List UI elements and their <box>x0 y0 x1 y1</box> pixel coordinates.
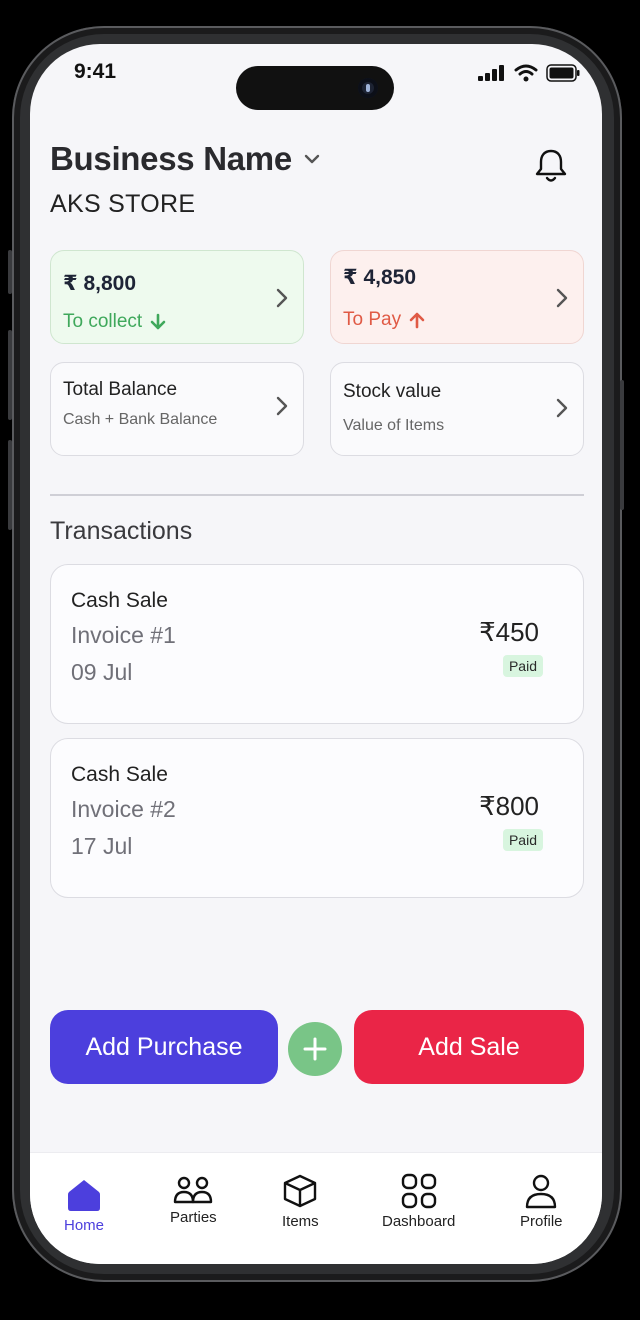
to-pay-card[interactable]: ₹ 4,850 To Pay <box>330 250 584 344</box>
pay-amount: ₹ 4,850 <box>343 266 416 289</box>
status-time: 9:41 <box>74 60 117 83</box>
status-badge: Paid <box>502 829 543 851</box>
home-icon <box>68 1180 100 1211</box>
power-button <box>620 380 624 510</box>
chevron-right-icon <box>276 288 288 308</box>
transaction-invoice: Invoice #1 <box>71 622 176 648</box>
to-collect-card[interactable]: ₹ 8,800 To collect <box>50 250 304 344</box>
transaction-amount: ₹800 <box>479 791 539 821</box>
business-selector[interactable]: Business Name <box>50 140 322 178</box>
divider <box>50 494 584 496</box>
total-balance-card[interactable]: Total Balance Cash + Bank Balance <box>50 362 304 456</box>
chevron-right-icon <box>556 398 568 418</box>
collect-label-row: To collect <box>63 311 166 333</box>
bell-icon[interactable] <box>534 148 568 184</box>
nav-home[interactable]: Home <box>64 1177 104 1234</box>
nav-items[interactable]: Items <box>282 1173 319 1230</box>
nav-label: Home <box>64 1217 105 1234</box>
nav-label: Profile <box>520 1213 563 1230</box>
volume-up-button <box>8 330 12 420</box>
store-name: AKS STORE <box>50 190 196 218</box>
box-icon <box>284 1174 317 1208</box>
arrow-up-icon <box>409 312 425 329</box>
balance-desc: Cash + Bank Balance <box>63 411 218 428</box>
pay-label-row: To Pay <box>343 309 425 331</box>
status-icons <box>478 64 580 82</box>
nav-dashboard[interactable]: Dashboard <box>382 1173 455 1230</box>
nav-label: Dashboard <box>382 1213 456 1230</box>
add-purchase-button[interactable]: Add Purchase <box>50 1010 278 1084</box>
people-icon <box>174 1176 213 1204</box>
stock-title: Stock value <box>343 381 442 402</box>
transaction-card[interactable]: Cash Sale Invoice #1 09 Jul ₹450 Paid <box>50 564 584 724</box>
transaction-date: 17 Jul <box>71 833 133 859</box>
signal-icon <box>478 65 504 81</box>
nav-label: Items <box>282 1213 319 1230</box>
transaction-card[interactable]: Cash Sale Invoice #2 17 Jul ₹800 Paid <box>50 738 584 898</box>
volume-down-button <box>8 440 12 530</box>
collect-amount: ₹ 8,800 <box>63 272 136 295</box>
app-screen: 9:41 Business Name AKS STORE ₹ 8,800 To … <box>30 44 602 1264</box>
pay-label: To Pay <box>343 309 402 330</box>
transaction-date: 09 Jul <box>71 659 133 685</box>
stock-desc: Value of Items <box>343 417 445 434</box>
plus-icon <box>303 1037 327 1061</box>
transaction-amount: ₹450 <box>479 617 539 647</box>
chevron-right-icon <box>276 396 288 416</box>
grid-icon <box>401 1173 436 1209</box>
user-icon <box>526 1174 557 1209</box>
transaction-invoice: Invoice #2 <box>71 796 176 822</box>
camera-icon <box>358 78 378 98</box>
arrow-down-icon <box>150 313 166 330</box>
add-button[interactable] <box>288 1022 342 1076</box>
business-name: Business Name <box>50 140 292 177</box>
chevron-right-icon <box>556 288 568 308</box>
add-sale-button[interactable]: Add Sale <box>354 1010 584 1084</box>
dynamic-island <box>236 66 394 110</box>
transactions-title: Transactions <box>50 517 193 545</box>
nav-profile[interactable]: Profile <box>520 1173 563 1230</box>
side-button <box>8 250 12 294</box>
chevron-down-icon <box>302 149 322 169</box>
balance-title: Total Balance <box>63 379 178 400</box>
nav-label: Parties <box>170 1209 217 1226</box>
collect-label: To collect <box>63 311 143 332</box>
transaction-type: Cash Sale <box>71 589 168 612</box>
stock-value-card[interactable]: Stock value Value of Items <box>330 362 584 456</box>
nav-parties[interactable]: Parties <box>170 1175 217 1226</box>
wifi-icon <box>514 64 538 82</box>
bottom-nav: Home Parties Items Dashboard Profile <box>30 1152 602 1264</box>
battery-icon <box>546 64 580 82</box>
status-badge: Paid <box>502 655 543 677</box>
transaction-type: Cash Sale <box>71 763 168 786</box>
